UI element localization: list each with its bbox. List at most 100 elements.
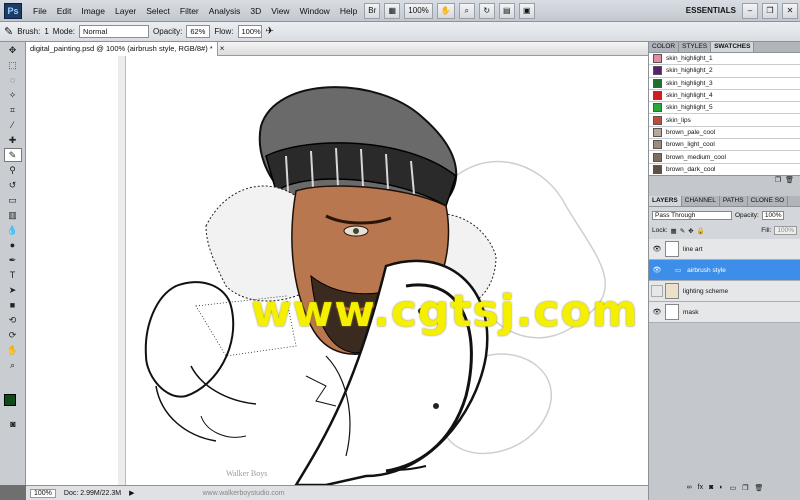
new-swatch-icon[interactable]: ❐ (775, 176, 781, 188)
menu-file[interactable]: File (28, 6, 52, 16)
tab-paths[interactable]: PATHS (720, 196, 748, 206)
blend-mode-select[interactable]: Pass Through (652, 211, 732, 220)
link-layers-icon[interactable]: ∞ (687, 484, 692, 496)
layers-list: 👁 line art 👁 ▭ airbrush style lighting s… (649, 239, 800, 323)
swatch-row[interactable]: skin_highlight_5 (649, 102, 800, 115)
tab-styles[interactable]: STYLES (679, 42, 712, 52)
close-icon[interactable]: ✕ (782, 2, 798, 19)
eyedropper-icon[interactable]: ⁄ (4, 118, 22, 132)
new-layer-icon[interactable]: ❐ (742, 484, 748, 496)
menu-3d[interactable]: 3D (245, 6, 266, 16)
mode-select[interactable]: Normal (79, 25, 150, 38)
menu-view[interactable]: View (266, 6, 294, 16)
arrange-documents-icon[interactable]: ▤ (498, 2, 515, 19)
eye-icon[interactable]: 👁 (651, 264, 663, 276)
close-tab-icon[interactable]: × (220, 44, 225, 53)
zoom-tool-icon[interactable]: ⌕ (458, 2, 475, 19)
clone-stamp-icon[interactable]: ⚲ (4, 163, 22, 177)
shape-tool-icon[interactable]: ■ (4, 298, 22, 312)
eraser-icon[interactable]: ▭ (4, 193, 22, 207)
new-group-icon[interactable]: ▭ (730, 484, 737, 496)
status-menu-icon[interactable]: ▶ (129, 489, 134, 497)
menu-window[interactable]: Window (295, 6, 335, 16)
magic-wand-icon[interactable]: ✧ (4, 88, 22, 102)
brush-tool-preset-icon[interactable]: ✎ (4, 25, 13, 38)
quick-mask-icon[interactable]: ◙ (4, 417, 22, 431)
3d-camera-icon[interactable]: ⟳ (4, 328, 22, 342)
document-tab[interactable]: digital_painting.psd @ 100% (airbrush st… (26, 41, 218, 56)
menu-help[interactable]: Help (335, 6, 362, 16)
brush-tool-icon[interactable]: ✎ (3, 148, 22, 162)
tab-clone-source[interactable]: CLONE SO (748, 196, 789, 206)
layer-opacity-input[interactable]: 100% (761, 211, 785, 220)
eye-icon[interactable]: 👁 (651, 306, 663, 318)
swatch-row[interactable]: skin_highlight_1 (649, 53, 800, 66)
eye-hidden-icon[interactable] (651, 285, 663, 297)
delete-swatch-icon[interactable]: 🗑 (785, 176, 794, 188)
3d-rotate-icon[interactable]: ⟲ (4, 313, 22, 327)
restore-icon[interactable]: ❐ (762, 2, 778, 19)
rotate-view-icon[interactable]: ↻ (478, 2, 495, 19)
swatch-row[interactable]: brown_dark_cool (649, 163, 800, 175)
swatch-row[interactable]: brown_light_cool (649, 139, 800, 152)
status-zoom[interactable]: 100% (30, 488, 56, 498)
adjustment-layer-icon[interactable]: ◐ (719, 484, 723, 496)
lock-all-icon[interactable]: 🔒 (697, 227, 705, 235)
menu-image[interactable]: Image (76, 6, 110, 16)
tab-channels[interactable]: CHANNEL (682, 196, 720, 206)
screen-mode-icon[interactable]: ▣ (518, 2, 535, 19)
move-tool-icon[interactable]: ✥ (4, 43, 22, 57)
menu-layer[interactable]: Layer (110, 6, 141, 16)
tab-layers[interactable]: LAYERS (649, 196, 682, 206)
crop-tool-icon[interactable]: ⌗ (4, 103, 22, 117)
hand-tool-icon[interactable]: ✋ (4, 343, 22, 357)
menu-filter[interactable]: Filter (175, 6, 204, 16)
view-extras-icon[interactable]: ▦ (384, 2, 401, 19)
swatch-chip (653, 140, 662, 150)
zoom-level-select[interactable]: 100% (404, 2, 433, 19)
swatch-row[interactable]: skin_highlight_4 (649, 89, 800, 103)
fill-input[interactable]: 100% (774, 226, 797, 235)
dodge-tool-icon[interactable]: ● (4, 238, 22, 252)
menu-select[interactable]: Select (141, 6, 175, 16)
layer-row[interactable]: 👁 line art (649, 239, 800, 260)
marquee-tool-icon[interactable]: ⬚ (4, 58, 22, 72)
lock-pixels-icon[interactable]: ✎ (680, 227, 685, 235)
swatch-row[interactable]: brown_medium_cool (649, 151, 800, 164)
lasso-tool-icon[interactable]: ◌ (4, 73, 22, 87)
menu-edit[interactable]: Edit (52, 6, 77, 16)
history-brush-icon[interactable]: ↺ (4, 178, 22, 192)
gradient-icon[interactable]: ▥ (4, 208, 22, 222)
layer-style-icon[interactable]: fx (698, 484, 703, 496)
foreground-color-swatch[interactable] (4, 394, 16, 406)
opacity-input[interactable]: 62% (186, 25, 211, 38)
airbrush-icon[interactable]: ✈ (266, 26, 274, 37)
delete-layer-icon[interactable]: 🗑 (754, 484, 763, 496)
menu-analysis[interactable]: Analysis (204, 6, 246, 16)
type-tool-icon[interactable]: T (4, 268, 22, 282)
add-mask-icon[interactable]: ◙ (709, 484, 713, 496)
layer-row[interactable]: lighting scheme (649, 281, 800, 302)
layer-row[interactable]: 👁 ▭ airbrush style (649, 260, 800, 281)
lock-position-icon[interactable]: ✥ (688, 227, 693, 235)
workspace-switcher[interactable]: ESSENTIALS (682, 6, 740, 15)
tab-swatches[interactable]: SWATCHES (711, 42, 755, 52)
path-selection-icon[interactable]: ➤ (4, 283, 22, 297)
swatch-row[interactable]: skin_highlight_3 (649, 77, 800, 90)
flow-input[interactable]: 100% (237, 25, 262, 38)
swatch-row[interactable]: skin_highlight_2 (649, 65, 800, 78)
brush-size[interactable]: 1 (44, 27, 48, 36)
zoom-tool-icon[interactable]: ⌕ (4, 358, 22, 372)
hand-tool-icon[interactable]: ✋ (436, 2, 455, 19)
pen-tool-icon[interactable]: ✒ (4, 253, 22, 267)
healing-brush-icon[interactable]: ✚ (4, 133, 22, 147)
eye-icon[interactable]: 👁 (651, 243, 663, 255)
swatch-row[interactable]: skin_lips (649, 114, 800, 127)
blur-tool-icon[interactable]: 💧 (4, 223, 22, 237)
layer-row[interactable]: 👁 mask (649, 302, 800, 323)
minimize-icon[interactable]: – (742, 2, 758, 19)
bridge-button[interactable]: Br (364, 2, 381, 19)
lock-transparency-icon[interactable]: ▦ (671, 227, 677, 235)
tab-color[interactable]: COLOR (649, 42, 680, 52)
swatch-row[interactable]: brown_pale_cool (649, 126, 800, 140)
